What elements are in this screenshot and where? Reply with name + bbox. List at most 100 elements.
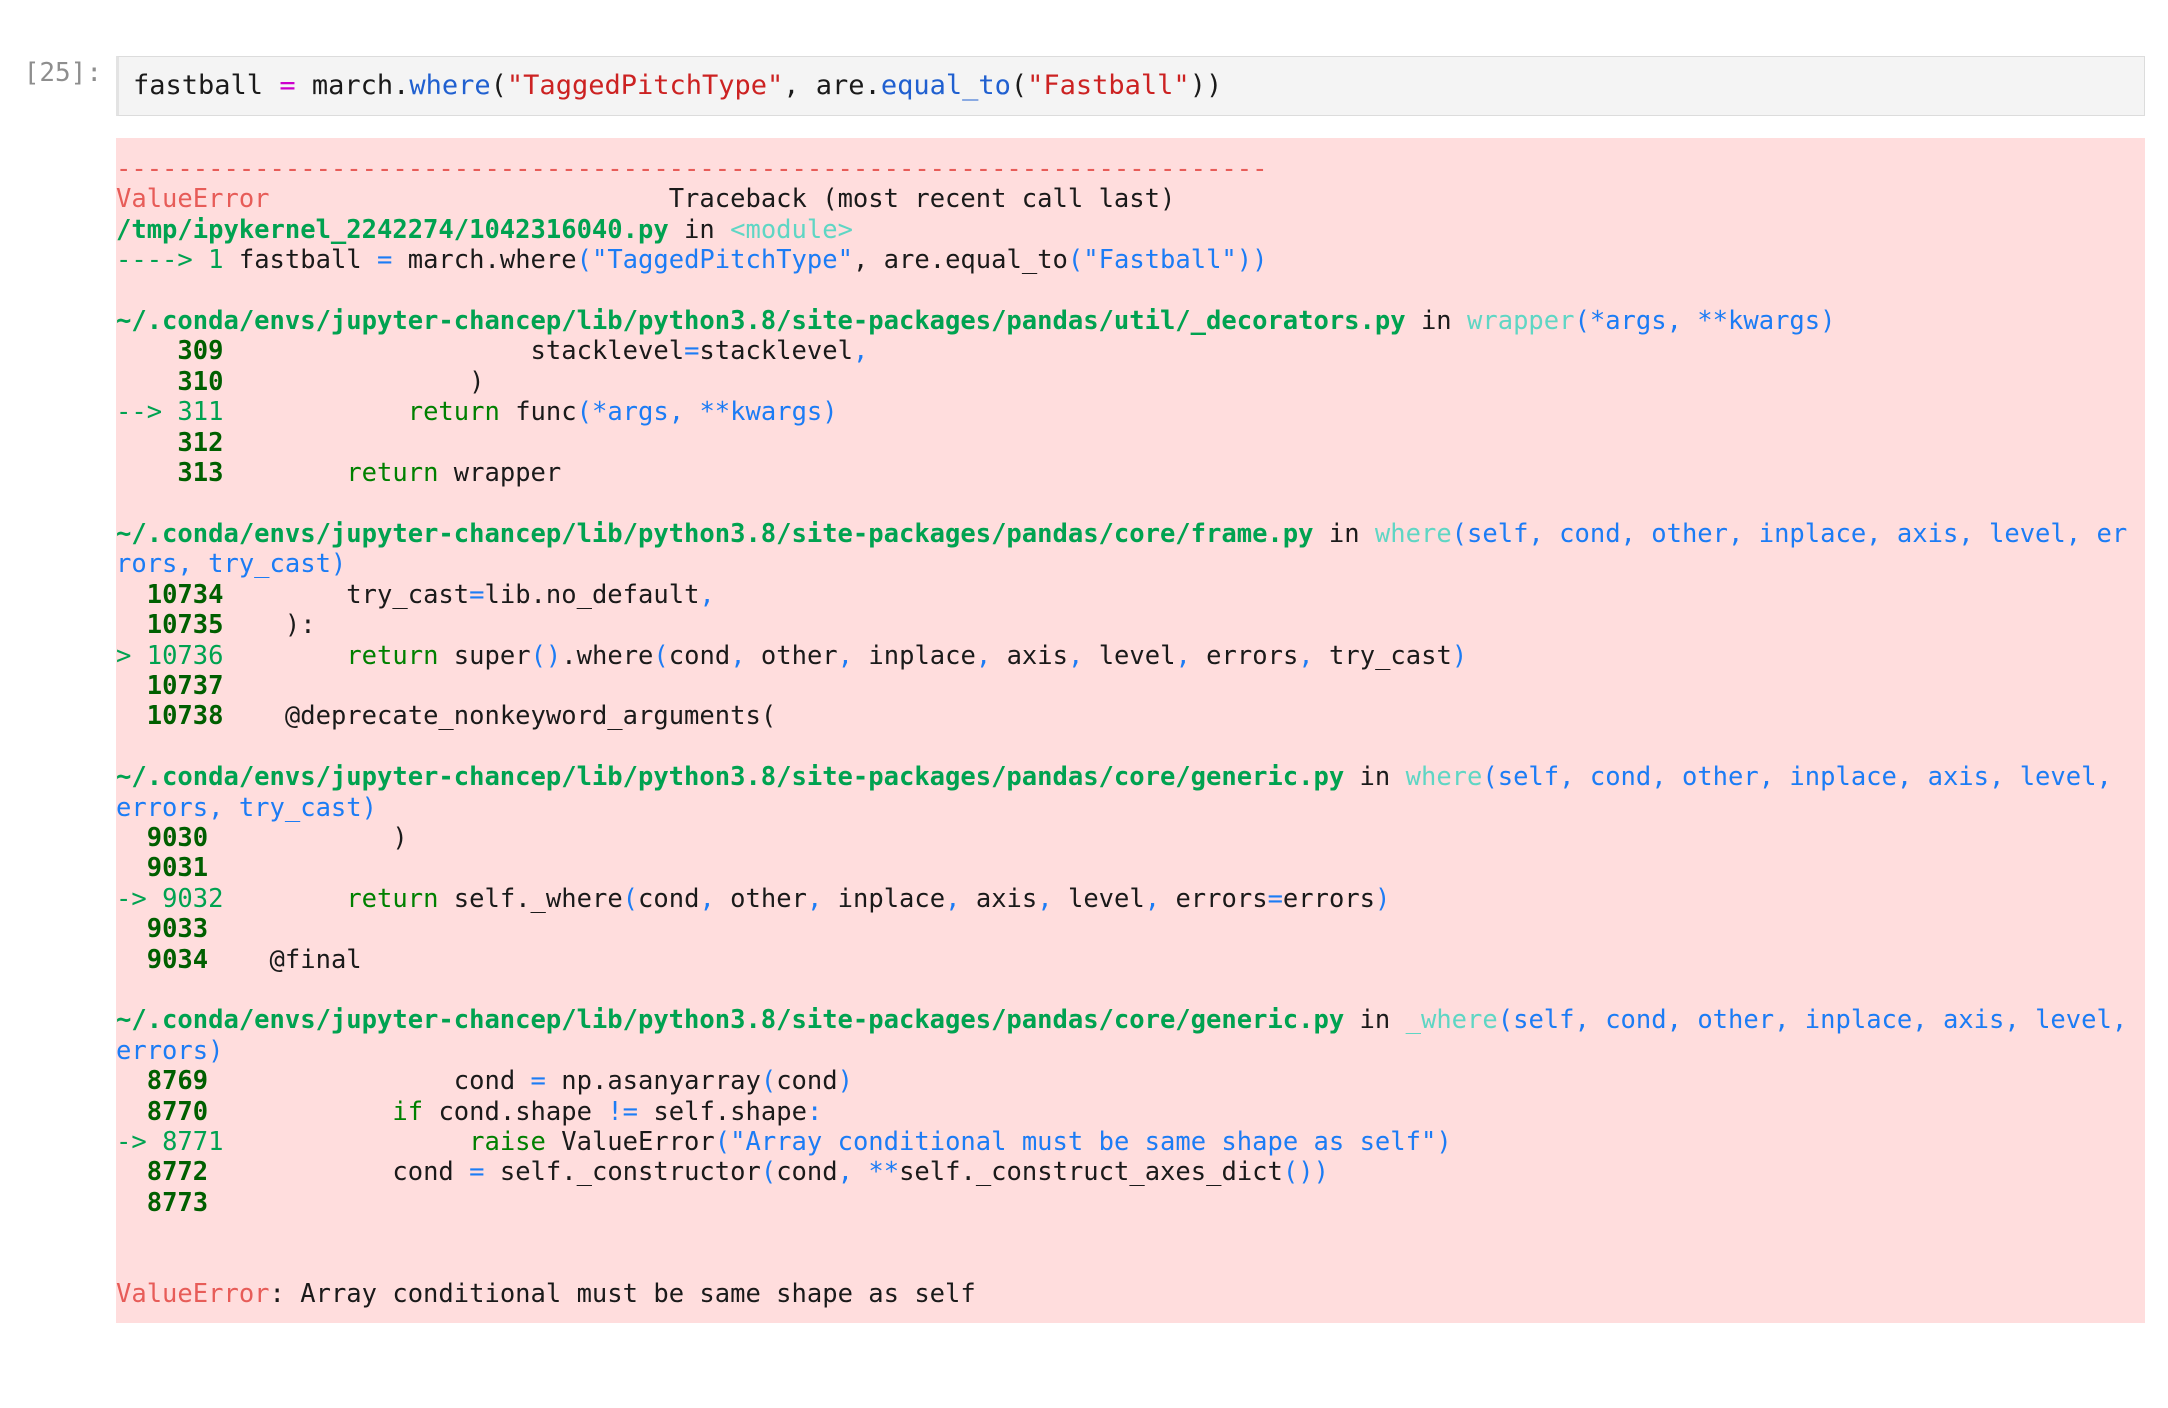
frame-function-name: _where	[1405, 1005, 1498, 1036]
source-code-token: level	[1083, 640, 1176, 671]
source-line-marker	[116, 458, 177, 488]
source-code-token	[223, 458, 346, 488]
source-code-token: ,	[668, 397, 700, 428]
source-line-number: 8771	[162, 1127, 224, 1157]
traceback-source-line: 10738 @deprecate_nonkeyword_arguments(	[116, 701, 2135, 731]
source-code-token: (	[653, 640, 669, 671]
source-code-token: ,	[837, 1157, 853, 1188]
frame-function-name: where	[1405, 762, 1483, 793]
source-line-marker	[116, 1157, 147, 1187]
frame-in-keyword: in	[1313, 518, 1375, 549]
source-code-token: self.shape	[638, 1096, 807, 1127]
traceback-blank-line	[116, 732, 2135, 762]
source-code-token: )	[223, 366, 485, 397]
traceback-frame-location: ~/.conda/envs/jupyter-chancep/lib/python…	[116, 1005, 2135, 1066]
source-code-token: cond	[668, 640, 731, 671]
source-line-marker	[116, 823, 147, 853]
source-code-token	[223, 884, 346, 914]
source-code-token: self._construct_axes_dict	[899, 1157, 1283, 1188]
source-code-token: (	[622, 883, 639, 914]
source-code-token: ,	[1144, 883, 1161, 914]
input-code-token: fastball	[133, 70, 280, 101]
source-code-token	[853, 1157, 868, 1187]
code-input-line[interactable]: fastball = march.where("TaggedPitchType"…	[133, 69, 2144, 103]
traceback-source-line: 9033	[116, 914, 2135, 944]
source-code-token: return	[346, 640, 439, 671]
frame-file-path: ~/.conda/envs/jupyter-chancep/lib/python…	[116, 306, 1406, 337]
source-code-token: !=	[607, 1096, 639, 1127]
input-code-token: march.	[295, 70, 410, 101]
frame-in-keyword: in	[668, 214, 731, 245]
traceback-source-line: 8770 if cond.shape != self.shape:	[116, 1097, 2135, 1127]
traceback-source-line: 9030 )	[116, 823, 2135, 853]
source-line-marker	[116, 428, 177, 458]
source-line-number: 8770	[146, 1096, 209, 1127]
source-line-number: 9034	[146, 944, 209, 975]
source-code-token: **kwargs	[699, 397, 823, 428]
source-line-number: 10738	[146, 701, 224, 732]
code-input-area[interactable]: fastball = march.where("TaggedPitchType"…	[116, 56, 2145, 116]
traceback-source-line: -> 8771 raise ValueError("Array conditio…	[116, 1127, 2135, 1157]
traceback-final-error: ValueError: Array conditional must be sa…	[116, 1279, 2135, 1309]
traceback-source-line: --> 311 return func(*args, **kwargs)	[116, 397, 2135, 427]
source-line-number: 8769	[146, 1066, 209, 1097]
input-code-token: ))	[1189, 70, 1223, 101]
source-code-token: errors	[1160, 883, 1268, 914]
source-code-token: ,	[852, 336, 869, 367]
traceback-source-line: ----> 1 fastball = march.where("TaggedPi…	[116, 245, 2135, 275]
source-line-marker	[116, 853, 147, 883]
frame-in-keyword: in	[1405, 306, 1468, 337]
source-code-token: cond.shape	[423, 1096, 608, 1127]
source-code-token: return	[346, 458, 439, 489]
source-code-token: raise	[469, 1127, 546, 1157]
source-code-token: try_cast	[1313, 640, 1452, 671]
input-code-token: (	[490, 70, 507, 101]
source-code-token: other	[714, 883, 807, 914]
source-code-token: ,	[837, 640, 854, 671]
traceback-source-line: -> 9032 return self._where(cond, other, …	[116, 884, 2135, 914]
frame-signature: (*args, **kwargs)	[1574, 306, 1836, 337]
source-line-marker	[116, 1066, 147, 1096]
frame-file-path: ~/.conda/envs/jupyter-chancep/lib/python…	[116, 518, 1314, 549]
source-code-token: )	[837, 1066, 853, 1097]
source-code-token: stacklevel	[699, 336, 853, 367]
source-code-token: inplace	[853, 640, 976, 671]
source-code-token: ,	[975, 640, 992, 671]
traceback-separator-text: ----------------------------------------…	[116, 154, 1268, 184]
source-code-token: return	[407, 397, 500, 428]
source-line-number: 10737	[146, 670, 224, 701]
input-code-token: =	[279, 70, 296, 101]
source-code-token: ,	[699, 579, 715, 610]
source-code-token: march.where	[392, 245, 577, 276]
source-line-number: 10735	[146, 610, 224, 641]
source-line-marker	[116, 367, 177, 397]
source-line-marker	[116, 580, 147, 610]
source-line-number: 9031	[146, 853, 209, 884]
traceback-source-line: 10734 try_cast=lib.no_default,	[116, 580, 2135, 610]
source-code-token: axis	[991, 640, 1068, 671]
execution-count-prompt: [25]:	[23, 58, 102, 88]
source-code-token: cond	[208, 1066, 531, 1097]
traceback-source-line: 9031	[116, 853, 2135, 883]
input-code-token: equal_to	[880, 70, 1011, 101]
source-line-number: 311	[177, 397, 224, 428]
traceback-source-line: 310 )	[116, 367, 2135, 397]
traceback-source-line: 8772 cond = self._constructor(cond, **se…	[116, 1157, 2135, 1187]
source-line-number: 9032	[162, 883, 224, 914]
error-traceback-output: ----------------------------------------…	[116, 138, 2145, 1324]
traceback-source-line: 313 return wrapper	[116, 458, 2135, 488]
source-code-token: ()	[530, 640, 562, 671]
source-code-token: (	[760, 1066, 777, 1097]
header-spacer	[270, 184, 669, 214]
source-code-token: @final	[208, 944, 362, 975]
source-code-token: =	[1267, 883, 1283, 914]
source-code-token: ,	[1298, 640, 1314, 671]
source-line-marker: ->	[116, 883, 163, 914]
source-line-number: 8772	[146, 1157, 209, 1188]
traceback-separator-rule: ----------------------------------------…	[116, 154, 2135, 184]
source-code-token: @deprecate_nonkeyword_arguments(	[223, 701, 777, 732]
source-code-token: return	[346, 883, 439, 914]
exception-type-label: ValueError	[116, 184, 270, 215]
source-line-number: 10736	[146, 640, 224, 671]
source-code-token: other	[745, 640, 838, 671]
